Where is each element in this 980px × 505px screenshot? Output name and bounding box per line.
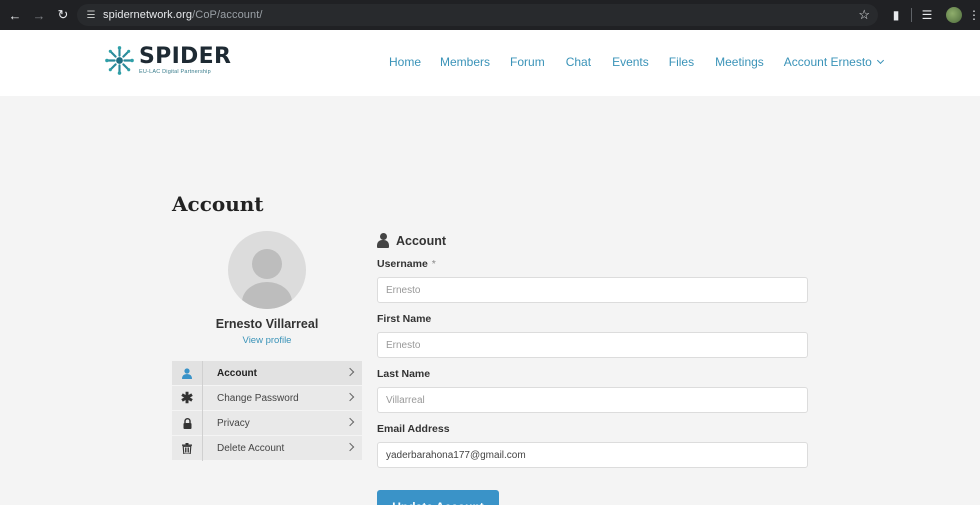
asterisk-icon: ✱ [172,385,203,411]
profile-avatar[interactable] [946,7,962,23]
side-menu-label: Privacy [217,417,250,429]
extensions-icon[interactable]: ▮ [883,4,909,26]
view-profile-link[interactable]: View profile [172,335,362,346]
user-icon [172,360,203,386]
first-name-field[interactable] [377,332,808,358]
username-field[interactable] [377,277,808,303]
spider-logo-icon [105,46,134,75]
chevron-right-icon [345,392,355,402]
nav-members[interactable]: Members [440,55,490,69]
form-heading: Account [377,233,446,248]
avatar-body-shape [242,282,292,309]
browser-toolbar: ← → ↻ ☰ spidernetwork.org/CoP/account/ ☆… [0,0,980,30]
main-nav: Home Members Forum Chat Events Files Mee… [389,55,884,69]
form-heading-label: Account [396,233,446,248]
lock-icon [172,410,203,436]
side-menu-item-change-password[interactable]: ✱ Change Password [172,385,362,411]
nav-events[interactable]: Events [612,55,649,69]
side-menu-label: Account [217,367,257,379]
side-menu-item-delete-account[interactable]: Delete Account [172,435,362,461]
chevron-right-icon [345,417,355,427]
spider-logo[interactable]: SPIDER EU-LAC Digital Partnership [104,45,231,76]
user-icon [377,233,389,248]
username-label-text: Username [377,258,428,270]
media-controls-icon[interactable]: ☰ [914,4,940,26]
profile-name: Ernesto Villarreal [215,317,319,331]
chevron-right-icon [345,442,355,452]
nav-meetings[interactable]: Meetings [715,55,764,69]
reload-icon[interactable]: ↻ [52,4,74,26]
update-account-button[interactable]: Update Account [377,490,499,505]
email-label: Email Address [377,423,450,435]
url-path: /CoP/account/ [192,9,263,21]
toolbar-divider [911,8,912,22]
username-label: Username * [377,258,436,270]
trash-icon [172,435,203,461]
email-field[interactable] [377,442,808,468]
required-mark: * [431,258,436,270]
page-title: Account [172,192,264,216]
first-name-label: First Name [377,313,432,325]
nav-account-menu[interactable]: Account Ernesto [783,55,884,69]
logo-subtitle: EU-LAC Digital Partnership [139,69,211,75]
nav-files[interactable]: Files [669,55,694,69]
kebab-menu-icon[interactable]: ⋮ [968,4,980,26]
chevron-down-icon [876,56,884,65]
site-header: SPIDER EU-LAC Digital Partnership Home M… [0,30,980,96]
side-menu-item-account[interactable]: Account [172,360,362,386]
nav-chat[interactable]: Chat [566,55,591,69]
avatar-head-shape [252,249,282,279]
url-host: spidernetwork.org [103,9,193,21]
logo-title: SPIDER [139,44,232,69]
url-text: spidernetwork.org/CoP/account/ [103,9,263,21]
site-settings-icon[interactable]: ☰ [84,8,98,22]
side-menu-label: Change Password [217,392,299,404]
browser-actions: ▮ ☰ ⋮ [883,0,980,30]
back-arrow-icon[interactable]: ← [4,4,26,26]
side-menu-item-privacy[interactable]: Privacy [172,410,362,436]
avatar [228,231,306,309]
side-menu-label: Delete Account [217,442,285,454]
account-side-menu: Account ✱ Change Password Privacy Delete… [172,360,362,461]
nav-forum[interactable]: Forum [510,55,545,69]
last-name-field[interactable] [377,387,808,413]
nav-home[interactable]: Home [389,55,421,69]
nav-account-label: Account Ernesto [783,55,872,69]
chevron-right-icon [345,367,355,377]
bookmark-star-icon[interactable]: ☆ [858,7,870,23]
address-bar[interactable]: ☰ spidernetwork.org/CoP/account/ ☆ [77,4,878,26]
forward-arrow-icon[interactable]: → [28,4,50,26]
last-name-label: Last Name [377,368,431,380]
